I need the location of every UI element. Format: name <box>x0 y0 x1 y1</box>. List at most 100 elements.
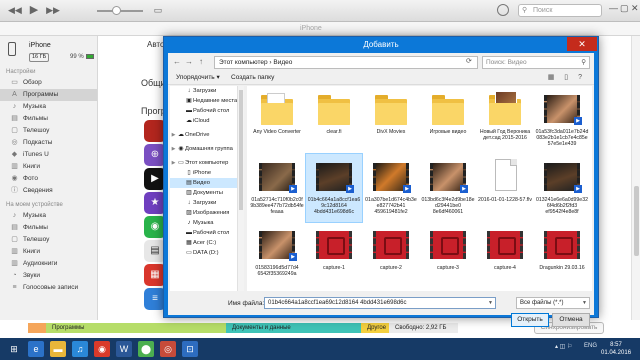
file-tile[interactable]: ▶ 01a53fc3da011e7b24d083e2b1e1cb7e4c85e57… <box>534 86 590 154</box>
back-icon[interactable]: ← <box>173 57 181 66</box>
new-folder-button[interactable]: Создать папку <box>231 71 274 85</box>
sidebar-item[interactable]: ♪ Музыка <box>0 210 97 222</box>
sidebar-item[interactable]: ▤ Фильмы <box>0 222 97 234</box>
tree-item[interactable]: ▬Рабочий стол <box>170 106 237 116</box>
up-icon[interactable]: ↑ <box>199 57 203 66</box>
language-indicator[interactable]: ENG <box>584 343 597 349</box>
file-tile[interactable]: clear.fi <box>306 86 362 154</box>
tree-item[interactable]: ▶ ◉Домашняя группа <box>170 144 237 154</box>
account-icon[interactable] <box>497 4 509 16</box>
volume-knob[interactable] <box>112 6 121 15</box>
sidebar-item[interactable]: ◔ Звуки <box>0 270 97 282</box>
device-header[interactable]: iPhone 16 ГБ 99 % <box>0 36 97 68</box>
refresh-icon[interactable]: ⟳ <box>466 57 472 65</box>
play-icon[interactable]: ▶ <box>28 4 40 16</box>
chevron-down-icon[interactable]: ▼ <box>582 298 587 308</box>
tree-item[interactable]: ↓ Загрузки <box>170 198 237 208</box>
file-tile[interactable]: Новый Год Вероника дет.сад 2015-2016 <box>477 86 533 154</box>
sidebar-item[interactable]: A Программы <box>0 89 97 101</box>
chevron-down-icon[interactable]: ▼ <box>488 298 493 308</box>
sidebar-item[interactable]: ◎ Подкасты <box>0 137 97 149</box>
tree-item[interactable]: ▬Рабочий стол <box>170 228 237 238</box>
sidebar-item[interactable]: ▢ Телешоу <box>0 234 97 246</box>
sidebar-item[interactable]: ⓘ Сведения <box>0 185 97 197</box>
filetype-select[interactable]: Все файлы (*.*) ▼ <box>516 297 590 309</box>
tree-item[interactable]: ▣Недавние места <box>170 96 237 106</box>
file-tile[interactable]: ▶ 01a307be1d674c4b3ee827742b41 459619481f… <box>363 154 419 222</box>
file-tile[interactable]: capture-1 <box>306 222 362 290</box>
address-bar[interactable]: Этот компьютер › Видео <box>214 56 478 69</box>
taskbar-app-icon[interactable]: ♫ <box>72 341 88 357</box>
minimize-icon[interactable]: — <box>609 3 618 13</box>
file-tile[interactable]: Игровые видео <box>420 86 476 154</box>
sidebar-item[interactable]: ≡ Голосовые записи <box>0 282 97 294</box>
file-tile[interactable]: ▶ 013bd6c3f4e2d9be18ed29441be0 8e6df46006… <box>420 154 476 222</box>
tree-item[interactable]: ▥Документы <box>170 188 237 198</box>
taskbar-app-icon[interactable]: e <box>28 341 44 357</box>
dialog-close-button[interactable]: ✕ <box>567 37 597 51</box>
cancel-button[interactable]: Отмена <box>552 313 590 327</box>
airplay-icon[interactable]: ▭ <box>152 4 164 16</box>
tree-item[interactable]: ▦Acer (C:) <box>170 238 237 248</box>
expand-icon[interactable]: ▶ <box>170 130 177 140</box>
tree-item[interactable]: ▤Видео <box>170 178 237 188</box>
file-tile[interactable]: ▶ 013241e6e6a0d99e32 6f4d6b2f2fd3 ef9542f… <box>534 154 590 222</box>
tree-scroll-thumb[interactable] <box>239 90 243 210</box>
open-button[interactable]: Открыть <box>511 313 549 327</box>
taskbar-app-icon[interactable]: ⬤ <box>138 341 154 357</box>
tree-item[interactable]: ▶ ☁OneDrive <box>170 130 237 140</box>
device-tab[interactable]: iPhone <box>300 25 322 32</box>
tree-item[interactable]: ▶ ▭Этот компьютер <box>170 158 237 168</box>
view-options-icon[interactable]: ▦ ▯ ? <box>548 71 586 85</box>
sidebar-item[interactable]: ▭ Обзор <box>0 77 97 89</box>
file-tile[interactable]: DivX Movies <box>363 86 419 154</box>
dialog-search-input[interactable]: Поиск: Видео ⚲ <box>482 56 590 69</box>
file-tile[interactable]: 2016-01-01-1228-57.flv <box>477 154 533 222</box>
file-tile[interactable]: Any Video Converter <box>249 86 305 154</box>
clock[interactable]: 8:57 01.04.2016 <box>601 341 631 357</box>
sidebar-item[interactable]: ▤ Фильмы <box>0 113 97 125</box>
sidebar-item[interactable]: ♪ Музыка <box>0 101 97 113</box>
file-tile[interactable]: ▶ 01583196d5d77d4 6542f35369249a <box>249 222 305 290</box>
tree-item[interactable]: ▨Изображения <box>170 208 237 218</box>
taskbar-app-icon[interactable]: ▬ <box>50 341 66 357</box>
tree-item[interactable]: ☁iCloud <box>170 116 237 126</box>
itunes-search-input[interactable]: ⚲ Поиск <box>518 4 602 17</box>
start-button[interactable]: ⊞ <box>6 341 22 357</box>
file-tile[interactable]: capture-4 <box>477 222 533 290</box>
sidebar-item[interactable]: ▥ Книги <box>0 161 97 173</box>
sidebar-item[interactable]: ▢ Телешоу <box>0 125 97 137</box>
file-tile[interactable]: ▶ 01b4c664a1a8ccf1ea69c12d8164 4bdd431e69… <box>305 153 363 223</box>
auto-sync-checkbox-label[interactable]: Авто <box>147 40 164 49</box>
sidebar-item[interactable]: ▥ Книги <box>0 246 97 258</box>
tree-item[interactable]: ↓ Загрузки <box>170 86 237 96</box>
tree-scrollbar[interactable] <box>238 86 244 291</box>
sidebar-item-icon: ▢ <box>11 236 18 243</box>
file-tile[interactable]: ▶ 01a52714c710f0b2c0f9b389ee477b72db54fef… <box>249 154 305 222</box>
tray-icons[interactable]: ▴ ◫ ⚐ <box>555 343 572 350</box>
taskbar-app-icon[interactable]: ◉ <box>94 341 110 357</box>
close-icon[interactable]: ✕ <box>631 3 639 14</box>
main-scroll-thumb[interactable] <box>634 186 639 256</box>
file-tile[interactable]: capture-2 <box>363 222 419 290</box>
expand-icon[interactable]: ▶ <box>170 158 177 168</box>
forward-icon[interactable]: → <box>185 57 193 66</box>
taskbar-app-icon[interactable]: ⊡ <box>182 341 198 357</box>
sidebar-item[interactable]: ▥ Аудиокниги <box>0 258 97 270</box>
filename-input[interactable]: 01b4c664a1a8ccf1ea69c12d8164 4bdd431e698… <box>264 297 496 309</box>
organize-menu[interactable]: Упорядочить ▾ <box>176 71 220 85</box>
expand-icon[interactable]: ▶ <box>170 144 177 154</box>
file-tile[interactable]: capture-3 <box>420 222 476 290</box>
file-tile[interactable]: Dragunkin 29.03.16 <box>534 222 590 290</box>
tree-item[interactable]: ♪ Музыка <box>170 218 237 228</box>
rewind-icon[interactable]: ◀◀ <box>8 4 22 16</box>
fast-forward-icon[interactable]: ▶▶ <box>46 4 60 16</box>
maximize-icon[interactable]: ▢ <box>620 3 629 14</box>
taskbar-app-icon[interactable]: W <box>116 341 132 357</box>
sidebar-item[interactable]: ◆ iTunes U <box>0 149 97 161</box>
tree-item[interactable]: ▭DATA (D:) <box>170 248 237 258</box>
sidebar-item[interactable]: ◉ Фото <box>0 173 97 185</box>
tree-item[interactable]: ▯ iPhone <box>170 168 237 178</box>
main-scrollbar[interactable] <box>631 36 640 320</box>
taskbar-app-icon[interactable]: ◎ <box>160 341 176 357</box>
